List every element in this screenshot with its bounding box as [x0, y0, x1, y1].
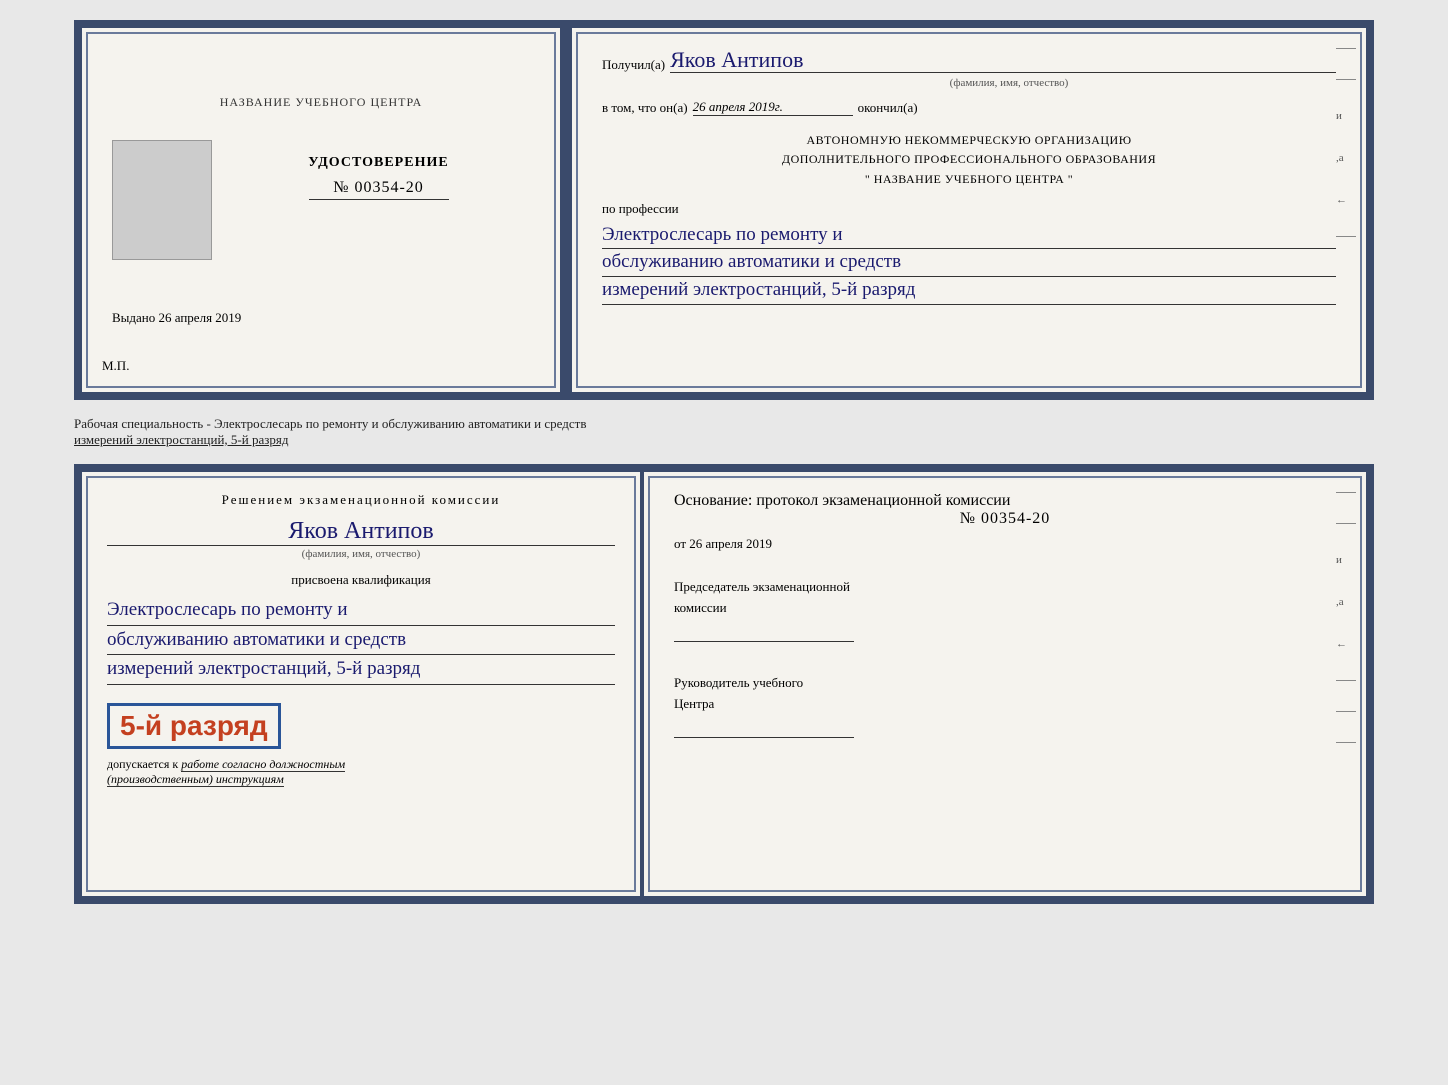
b-sep1 [1336, 492, 1356, 493]
bottom-left-page: Решением экзаменационной комиссии Яков А… [74, 464, 644, 904]
right-edge-decorations: и ,а ← [1336, 48, 1356, 237]
photo-placeholder [112, 140, 212, 260]
sep3 [1336, 236, 1356, 237]
po-professii-label: по профессии [602, 201, 1336, 217]
resheniem-title: Решением экзаменационной комиссии [107, 492, 615, 508]
qual-line2: обслуживанию автоматики и средств [107, 626, 615, 656]
b-edge-text-i: и [1336, 554, 1356, 566]
vtom-line: в том, что он(а) 26 апреля 2019г. окончи… [602, 99, 1336, 116]
predsedatel-signature-line [674, 624, 854, 642]
razryad-badge-container: 5-й разряд [107, 693, 615, 757]
ot-line: от 26 апреля 2019 [674, 536, 1336, 552]
okonchil-label: окончил(а) [858, 100, 918, 116]
instruktsii-text: (производственным) инструкциям [107, 772, 284, 787]
udostoverenie-block: УДОСТОВЕРЕНИЕ № 00354-20 [227, 140, 530, 200]
vydano-date: 26 апреля 2019 [159, 310, 242, 325]
b-sep4 [1336, 711, 1356, 712]
qual-line1: Электрослесарь по ремонту и [107, 596, 615, 626]
org-line1: АВТОНОМНУЮ НЕКОММЕРЧЕСКУЮ ОРГАНИЗАЦИЮ [602, 131, 1336, 150]
middle-text-line1: Рабочая специальность - Электрослесарь п… [74, 416, 586, 431]
protocol-number: № 00354-20 [674, 510, 1336, 528]
rukovoditel-block: Руководитель учебного Центра [674, 673, 1336, 749]
dopuskaetsya-label: допускается к [107, 757, 178, 771]
top-right-page: Получил(а) Яков Антипов (фамилия, имя, о… [564, 20, 1374, 400]
predsedatel-block: Председатель экзаменационной комиссии [674, 577, 1336, 653]
qual-line3: измерений электростанций, 5-й разряд [107, 655, 615, 685]
edge-text-i: и [1336, 110, 1356, 122]
top-left-page: НАЗВАНИЕ УЧЕБНОГО ЦЕНТРА УДОСТОВЕРЕНИЕ №… [74, 20, 564, 400]
completion-date: 26 апреля 2019г. [693, 99, 853, 116]
b-sep2 [1336, 523, 1356, 524]
ot-label: от [674, 536, 686, 551]
predsedatel-line1: Председатель экзаменационной [674, 577, 1336, 598]
razryad-badge-text: 5-й разряд [120, 710, 268, 741]
recipient-name: Яков Антипов [670, 48, 1336, 73]
org-block: АВТОНОМНУЮ НЕКОММЕРЧЕСКУЮ ОРГАНИЗАЦИЮ ДО… [602, 131, 1336, 189]
org-line3: " НАЗВАНИЕ УЧЕБНОГО ЦЕНТРА " [602, 170, 1336, 189]
dopuskaetsya-block: допускается к работе согласно должностны… [107, 757, 615, 787]
sep1 [1336, 48, 1356, 49]
rukovoditel-line1: Руководитель учебного [674, 673, 1336, 694]
predsedatel-line2: комиссии [674, 598, 1336, 619]
rukovoditel-signature-line [674, 720, 854, 738]
edge-text-arrow: ← [1336, 194, 1356, 206]
dopuskaetsya-work: работе согласно должностным [181, 757, 345, 772]
osnovanie-title: Основание: протокол экзаменационной коми… [674, 492, 1336, 510]
top-document: НАЗВАНИЕ УЧЕБНОГО ЦЕНТРА УДОСТОВЕРЕНИЕ №… [74, 20, 1374, 400]
middle-text-line2: измерений электростанций, 5-й разряд [74, 432, 288, 447]
fio-label-top: (фамилия, имя, отчество) [682, 77, 1336, 89]
udostoverenie-title: УДОСТОВЕРЕНИЕ [308, 155, 448, 171]
ot-date: 26 апреля 2019 [689, 536, 772, 551]
prisvoena-text: присвоена квалификация [107, 572, 615, 588]
profession-line1: Электрослесарь по ремонту и [602, 222, 1336, 250]
vydano-line: Выдано 26 апреля 2019 [112, 310, 530, 326]
top-left-content: УДОСТОВЕРЕНИЕ № 00354-20 [112, 140, 530, 270]
vydano-label: Выдано [112, 310, 155, 325]
middle-description: Рабочая специальность - Электрослесарь п… [74, 412, 1374, 452]
poluchil-label: Получил(а) [602, 57, 665, 73]
bottom-right-edge-decorations: и ,а ← [1336, 492, 1356, 743]
profession-line3: измерений электростанций, 5-й разряд [602, 277, 1336, 305]
mp-line: М.П. [102, 358, 129, 374]
bottom-recipient-name: Яков Антипов [107, 518, 615, 546]
udostoverenie-number: № 00354-20 [309, 179, 449, 200]
b-sep5 [1336, 742, 1356, 743]
bottom-document: Решением экзаменационной комиссии Яков А… [74, 464, 1374, 904]
rukovoditel-line2: Центра [674, 694, 1336, 715]
vtom-label: в том, что он(а) [602, 100, 688, 116]
razryad-badge: 5-й разряд [107, 703, 281, 749]
fio-label-bottom: (фамилия, имя, отчество) [107, 548, 615, 560]
b-edge-text-a: ,а [1336, 596, 1356, 608]
sep2 [1336, 79, 1356, 80]
org-line2: ДОПОЛНИТЕЛЬНОГО ПРОФЕССИОНАЛЬНОГО ОБРАЗО… [602, 150, 1336, 169]
top-left-title: НАЗВАНИЕ УЧЕБНОГО ЦЕНТРА [220, 95, 423, 110]
profession-line2: обслуживанию автоматики и средств [602, 249, 1336, 277]
b-sep3 [1336, 680, 1356, 681]
bottom-right-page: Основание: протокол экзаменационной коми… [644, 464, 1374, 904]
poluchil-line: Получил(а) Яков Антипов [602, 48, 1336, 73]
edge-text-a: ,а [1336, 152, 1356, 164]
b-edge-text-arrow: ← [1336, 638, 1356, 650]
